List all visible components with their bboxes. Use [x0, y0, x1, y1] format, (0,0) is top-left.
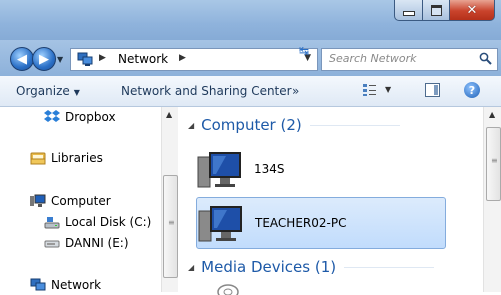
forward-button[interactable]: ▶ — [32, 47, 56, 71]
nav-item-label: DANNI (E:) — [65, 236, 129, 250]
organize-menu[interactable]: Organize ▼ — [16, 84, 80, 98]
collapse-triangle-icon: ◢ — [188, 120, 195, 130]
group-header-computer[interactable]: ◢ Computer (2) — [188, 116, 400, 134]
group-title: Media Devices (1) — [201, 258, 337, 276]
minimize-icon — [402, 10, 415, 16]
refresh-button[interactable]: ↹ — [299, 44, 309, 58]
scroll-thumb[interactable]: ≡ — [486, 127, 501, 201]
navigation-bar: ◀ ▶ ▼ ▶ Network ▶ ▼ ↹ Search Network — [0, 40, 501, 76]
computer-name: 134S — [254, 162, 285, 176]
group-divider — [309, 124, 400, 126]
scroll-thumb[interactable]: ≡ — [163, 175, 178, 278]
nav-item-dropbox[interactable]: Dropbox — [44, 110, 116, 124]
removable-drive-icon — [44, 240, 60, 248]
search-input[interactable]: Search Network — [321, 48, 498, 71]
back-button[interactable]: ◀ — [10, 47, 34, 71]
chevron-down-icon: ▼ — [73, 88, 80, 97]
network-computer-icon — [197, 152, 241, 188]
refresh-icon: ↹ — [299, 44, 310, 58]
grip-icon: ≡ — [168, 218, 175, 227]
maximize-button[interactable] — [423, 0, 450, 21]
nav-item-local-disk[interactable]: Local Disk (C:) — [44, 215, 151, 229]
change-view-icon[interactable] — [362, 83, 377, 97]
window-controls: ✕ — [394, 0, 495, 21]
preview-pane-icon[interactable] — [425, 83, 440, 97]
breadcrumb-separator-icon[interactable]: ▶ — [99, 53, 106, 63]
back-arrow-icon: ◀ — [17, 51, 27, 67]
libraries-icon — [30, 152, 46, 165]
nav-item-danni[interactable]: DANNI (E:) — [44, 236, 129, 250]
title-bar: ✕ — [0, 0, 501, 40]
content-pane: ◢ Computer (2) 134S TEACHER02-PC ◢ Media… — [178, 107, 483, 295]
view-options-dropdown[interactable]: ▼ — [385, 85, 391, 94]
nav-item-libraries[interactable]: Libraries — [30, 151, 103, 165]
nav-pane-scrollbar[interactable]: ▲ ≡ — [161, 107, 178, 292]
nav-item-label: Dropbox — [65, 110, 116, 124]
network-computer-icon — [198, 206, 242, 242]
address-bar[interactable]: ▶ Network ▶ ▼ — [70, 48, 318, 71]
network-sharing-center-button[interactable]: Network and Sharing Center — [121, 84, 292, 98]
breadcrumb-network[interactable]: Network — [118, 52, 168, 66]
group-divider — [344, 266, 435, 268]
scroll-up-icon[interactable]: ▲ — [166, 110, 172, 119]
grip-icon: ≡ — [491, 156, 498, 165]
media-device-icon[interactable] — [214, 281, 242, 295]
dropbox-icon — [44, 110, 60, 122]
computer-icon — [30, 194, 46, 207]
nav-item-computer[interactable]: Computer — [30, 194, 111, 208]
more-commands-button[interactable]: » — [292, 84, 299, 98]
search-placeholder: Search Network — [329, 52, 417, 65]
help-icon[interactable]: ? — [464, 82, 480, 98]
close-icon: ✕ — [466, 2, 478, 18]
scroll-up-icon[interactable]: ▲ — [489, 110, 495, 119]
recent-pages-dropdown[interactable]: ▼ — [57, 55, 63, 64]
nav-item-label: Network — [51, 278, 102, 292]
forward-arrow-icon: ▶ — [39, 51, 49, 67]
content-scrollbar[interactable]: ▲ ≡ — [483, 107, 501, 292]
maximize-icon — [430, 4, 442, 16]
nav-item-label: Local Disk (C:) — [65, 215, 152, 229]
navigation-pane: Dropbox Libraries Computer Local Disk (C… — [0, 107, 161, 292]
organize-label: Organize — [16, 84, 70, 98]
nav-item-label: Computer — [51, 194, 111, 208]
breadcrumb-separator-icon[interactable]: ▶ — [179, 53, 186, 63]
network-icon — [30, 278, 46, 291]
close-button[interactable]: ✕ — [450, 0, 495, 21]
list-item-computer-teacher02-pc[interactable]: TEACHER02-PC — [196, 197, 446, 249]
nav-item-label: Libraries — [51, 151, 103, 165]
list-item-computer-134s[interactable]: 134S — [196, 144, 444, 194]
computer-name: TEACHER02-PC — [255, 216, 347, 230]
minimize-button[interactable] — [394, 0, 423, 21]
nav-item-network[interactable]: Network — [30, 278, 101, 292]
network-icon — [77, 52, 93, 66]
group-header-media-devices[interactable]: ◢ Media Devices (1) — [188, 258, 435, 276]
command-bar: Organize ▼ Network and Sharing Center » ▼… — [0, 76, 501, 107]
local-disk-icon — [44, 217, 60, 229]
collapse-triangle-icon: ◢ — [188, 262, 195, 272]
group-title: Computer (2) — [201, 116, 302, 134]
search-icon — [479, 52, 492, 65]
